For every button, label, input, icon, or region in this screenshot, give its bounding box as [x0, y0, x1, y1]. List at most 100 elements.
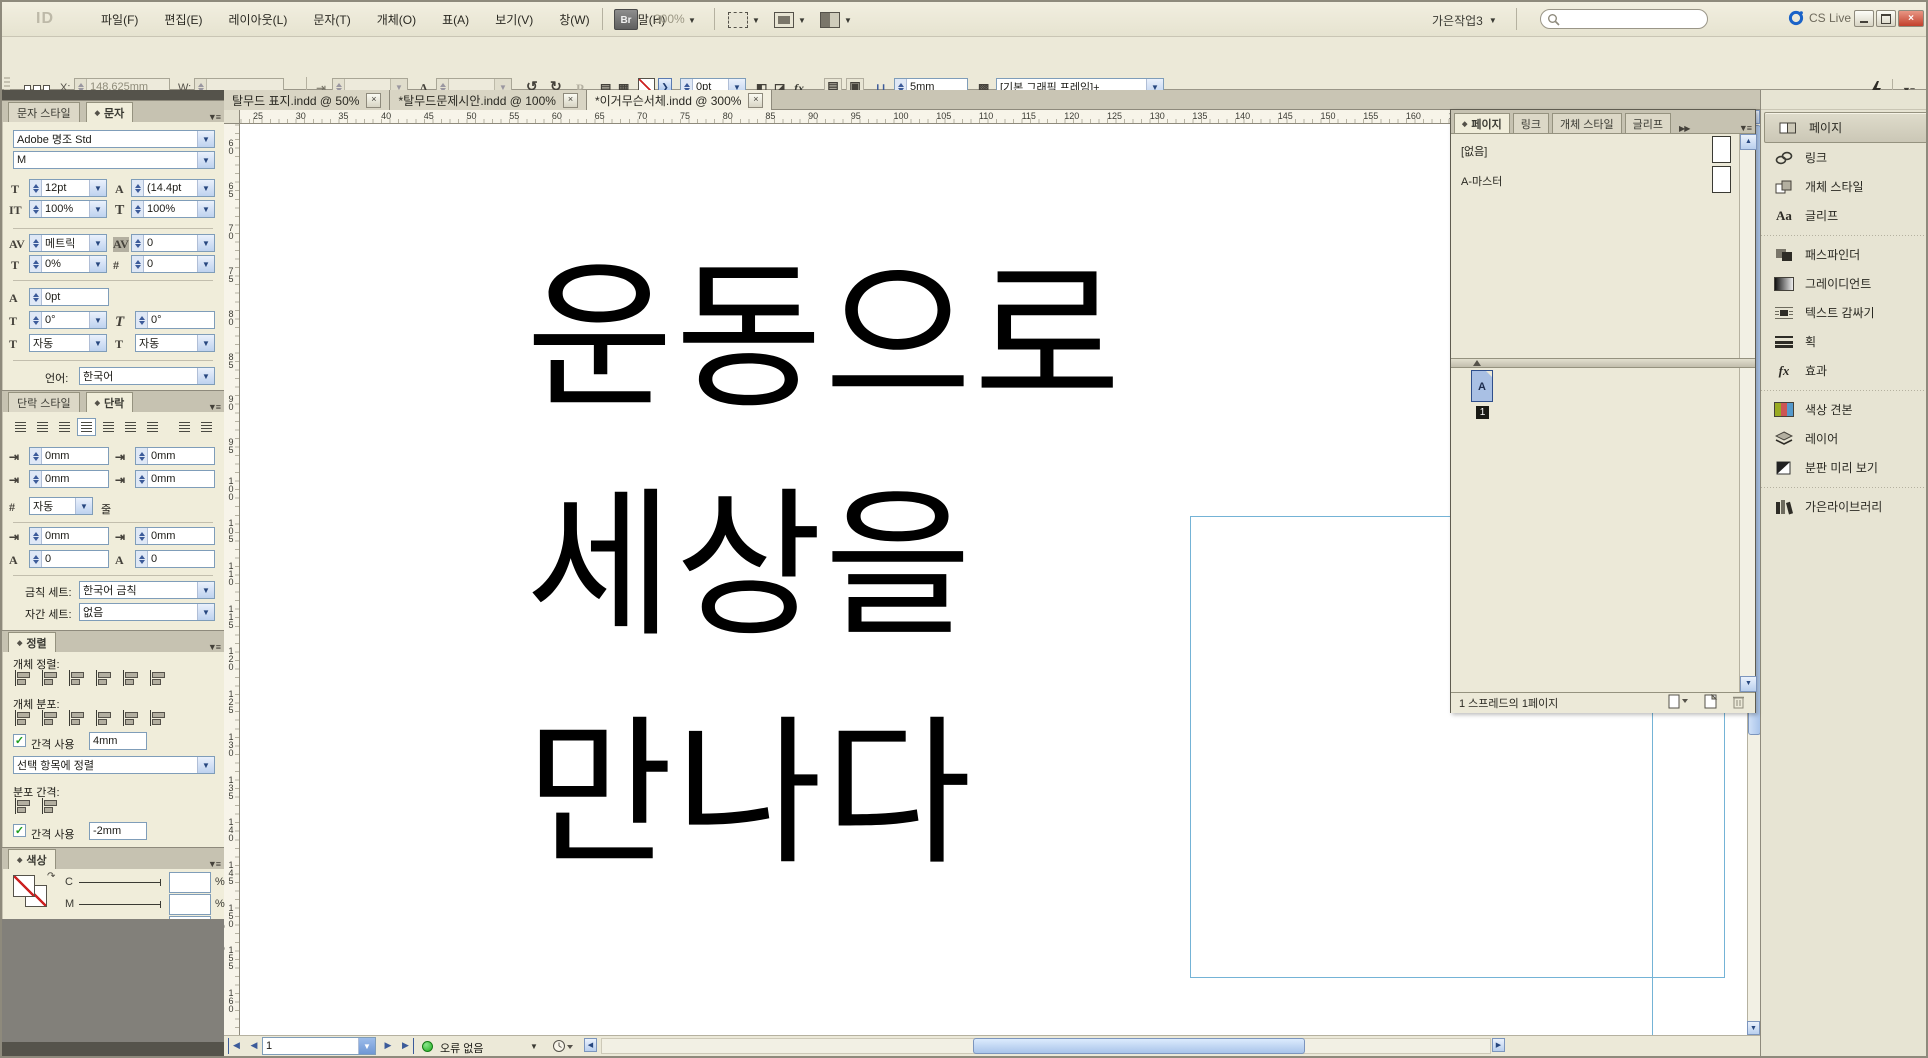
last-line-indent-field[interactable]: 0mm	[135, 470, 215, 488]
dock-item-text-wrap[interactable]: 텍스트 감싸기	[1761, 298, 1928, 327]
ruler-origin-corner[interactable]	[224, 110, 240, 124]
warichu-dropdown[interactable]: 자동▼	[135, 334, 215, 352]
left-indent-field[interactable]: 0mm	[29, 447, 109, 465]
menu-item-2[interactable]: 레이아웃(L)	[215, 11, 300, 28]
master-row-1[interactable]: A-마스터	[1451, 164, 1739, 194]
paragraph-align-button-1[interactable]	[33, 418, 52, 436]
tab-pages[interactable]: ◆페이지	[1454, 113, 1510, 133]
scroll-right-button[interactable]: ▶	[1492, 1038, 1505, 1052]
kinsoku-dropdown[interactable]: 한국어 금칙▼	[79, 581, 215, 599]
spinner[interactable]	[136, 448, 148, 464]
tab-links[interactable]: 링크	[1513, 113, 1549, 133]
menu-item-7[interactable]: 창(W)	[546, 11, 602, 28]
dock-item-separations[interactable]: 분판 미리 보기	[1761, 453, 1928, 482]
minimize-button[interactable]	[1854, 10, 1874, 27]
last-page-button[interactable]: ▶	[398, 1038, 414, 1054]
distribute-object-button-3[interactable]	[94, 709, 114, 727]
skew-field[interactable]: 0°	[135, 311, 215, 329]
spinner[interactable]	[132, 256, 144, 272]
close-button[interactable]: ×	[1898, 10, 1924, 27]
spinner[interactable]	[30, 448, 42, 464]
spinner[interactable]	[30, 289, 42, 305]
restore-button[interactable]	[1876, 10, 1896, 27]
first-page-button[interactable]: ◀	[228, 1038, 244, 1054]
paragraph-align-button-4[interactable]	[99, 418, 118, 436]
tab-align[interactable]: ◆정렬	[8, 632, 56, 652]
channel-slider[interactable]	[79, 882, 161, 883]
horizontal-scale-field[interactable]: 100%▼	[131, 200, 215, 218]
spinner[interactable]	[30, 235, 42, 251]
horizontal-scroll-thumb[interactable]	[973, 1038, 1305, 1054]
menu-item-0[interactable]: 파일(F)	[88, 11, 151, 28]
tab-close-icon[interactable]: ×	[366, 93, 381, 108]
page-number-field[interactable]: 1▼	[262, 1037, 376, 1055]
dropcap-chars-field[interactable]: 0	[135, 550, 215, 568]
dock-item-library[interactable]: 가은라이브러리	[1761, 492, 1928, 521]
scroll-up-button[interactable]: ▲	[1740, 134, 1757, 150]
dock-item-stroke[interactable]: 획	[1761, 327, 1928, 356]
paragraph-align-button-5[interactable]	[121, 418, 140, 436]
align-object-button-4[interactable]	[121, 669, 141, 687]
tab-paragraph-styles[interactable]: 단락 스타일	[8, 392, 80, 412]
mojikumi-dropdown[interactable]: 없음▼	[79, 603, 215, 621]
cs-live-button[interactable]: CS Live	[1788, 10, 1851, 26]
align-object-button-3[interactable]	[94, 669, 114, 687]
font-size-field[interactable]: 12pt▼	[29, 179, 107, 197]
bridge-button[interactable]: Br	[614, 9, 638, 30]
tab-close-icon[interactable]: ×	[748, 93, 763, 108]
vertical-ruler[interactable]: 6 06 57 07 58 08 59 09 51 0 01 0 51 1 01…	[224, 124, 240, 1035]
new-spread-menu-icon[interactable]	[1668, 694, 1690, 712]
spinner[interactable]	[132, 180, 144, 196]
align-to-dropdown[interactable]: 선택 항목에 정렬▼	[13, 756, 215, 774]
spinner[interactable]	[136, 551, 148, 567]
use-spacing-checkbox[interactable]: ✓	[13, 734, 26, 747]
use-spacing2-checkbox[interactable]: ✓	[13, 824, 26, 837]
distribute-spacing-field[interactable]: -2mm	[89, 822, 147, 840]
font-style-dropdown[interactable]: M▼	[13, 151, 215, 169]
align-object-button-0[interactable]	[13, 669, 33, 687]
master-row-0[interactable]: [없음]	[1451, 134, 1739, 164]
dock-item-swatches[interactable]: 색상 견본	[1761, 395, 1928, 424]
menu-item-3[interactable]: 문자(T)	[300, 11, 363, 28]
paragraph-align-button-0[interactable]	[11, 418, 30, 436]
spinner[interactable]	[30, 528, 42, 544]
pages-scrollbar[interactable]: ▼	[1739, 368, 1755, 692]
distribute-object-button-5[interactable]	[148, 709, 168, 727]
spinner[interactable]	[136, 312, 148, 328]
dock-item-object-styles[interactable]: 개체 스타일	[1761, 172, 1928, 201]
preflight-panel-icon[interactable]	[552, 1039, 574, 1053]
document-tab-1[interactable]: *탈무드문제시안.indd @ 100%×	[390, 90, 587, 110]
spinner[interactable]	[30, 256, 42, 272]
tab-color[interactable]: ◆색상	[8, 849, 56, 869]
page-1-thumbnail[interactable]: A	[1471, 370, 1493, 402]
spinner[interactable]	[132, 201, 144, 217]
distribute-object-button-1[interactable]	[40, 709, 60, 727]
vertical-scale-field[interactable]: 100%▼	[29, 200, 107, 218]
channel-value-field[interactable]	[169, 894, 211, 915]
baseline-shift-field[interactable]: 0pt	[29, 288, 109, 306]
tab-paragraph[interactable]: ◆단락	[86, 392, 134, 412]
spinner[interactable]	[30, 201, 42, 217]
character-rotation-field[interactable]: 0°▼	[29, 311, 107, 329]
spinner[interactable]	[30, 180, 42, 196]
paragraph-align-button-8[interactable]	[197, 418, 216, 436]
scroll-left-button[interactable]: ◀	[584, 1038, 597, 1052]
paragraph-align-button-6[interactable]	[143, 418, 162, 436]
new-page-icon[interactable]	[1704, 694, 1718, 712]
cycle-tabs-icon[interactable]: ▶▶	[1679, 124, 1689, 133]
workspace-switcher[interactable]: 가은작업3▼	[1432, 12, 1497, 29]
distribute-spacing-button-0[interactable]	[13, 797, 33, 815]
menu-item-1[interactable]: 편집(E)	[151, 11, 215, 28]
tab-close-icon[interactable]: ×	[563, 93, 578, 108]
dock-item-layers[interactable]: 레이어	[1761, 424, 1928, 453]
tab-character-styles[interactable]: 문자 스타일	[8, 102, 80, 122]
paragraph-align-button-3[interactable]	[77, 418, 96, 436]
tab-object-styles[interactable]: 개체 스타일	[1552, 113, 1622, 133]
grid-chars-field[interactable]: 0▼	[131, 255, 215, 273]
space-after-field[interactable]: 0mm	[135, 527, 215, 545]
document-tab-0[interactable]: 탈무드 표지.indd @ 50%×	[224, 90, 390, 110]
spinner[interactable]	[132, 235, 144, 251]
first-line-indent-field[interactable]: 0mm	[29, 470, 109, 488]
menu-item-5[interactable]: 표(A)	[429, 11, 482, 28]
arrange-documents-dropdown[interactable]: ▼	[820, 11, 852, 29]
